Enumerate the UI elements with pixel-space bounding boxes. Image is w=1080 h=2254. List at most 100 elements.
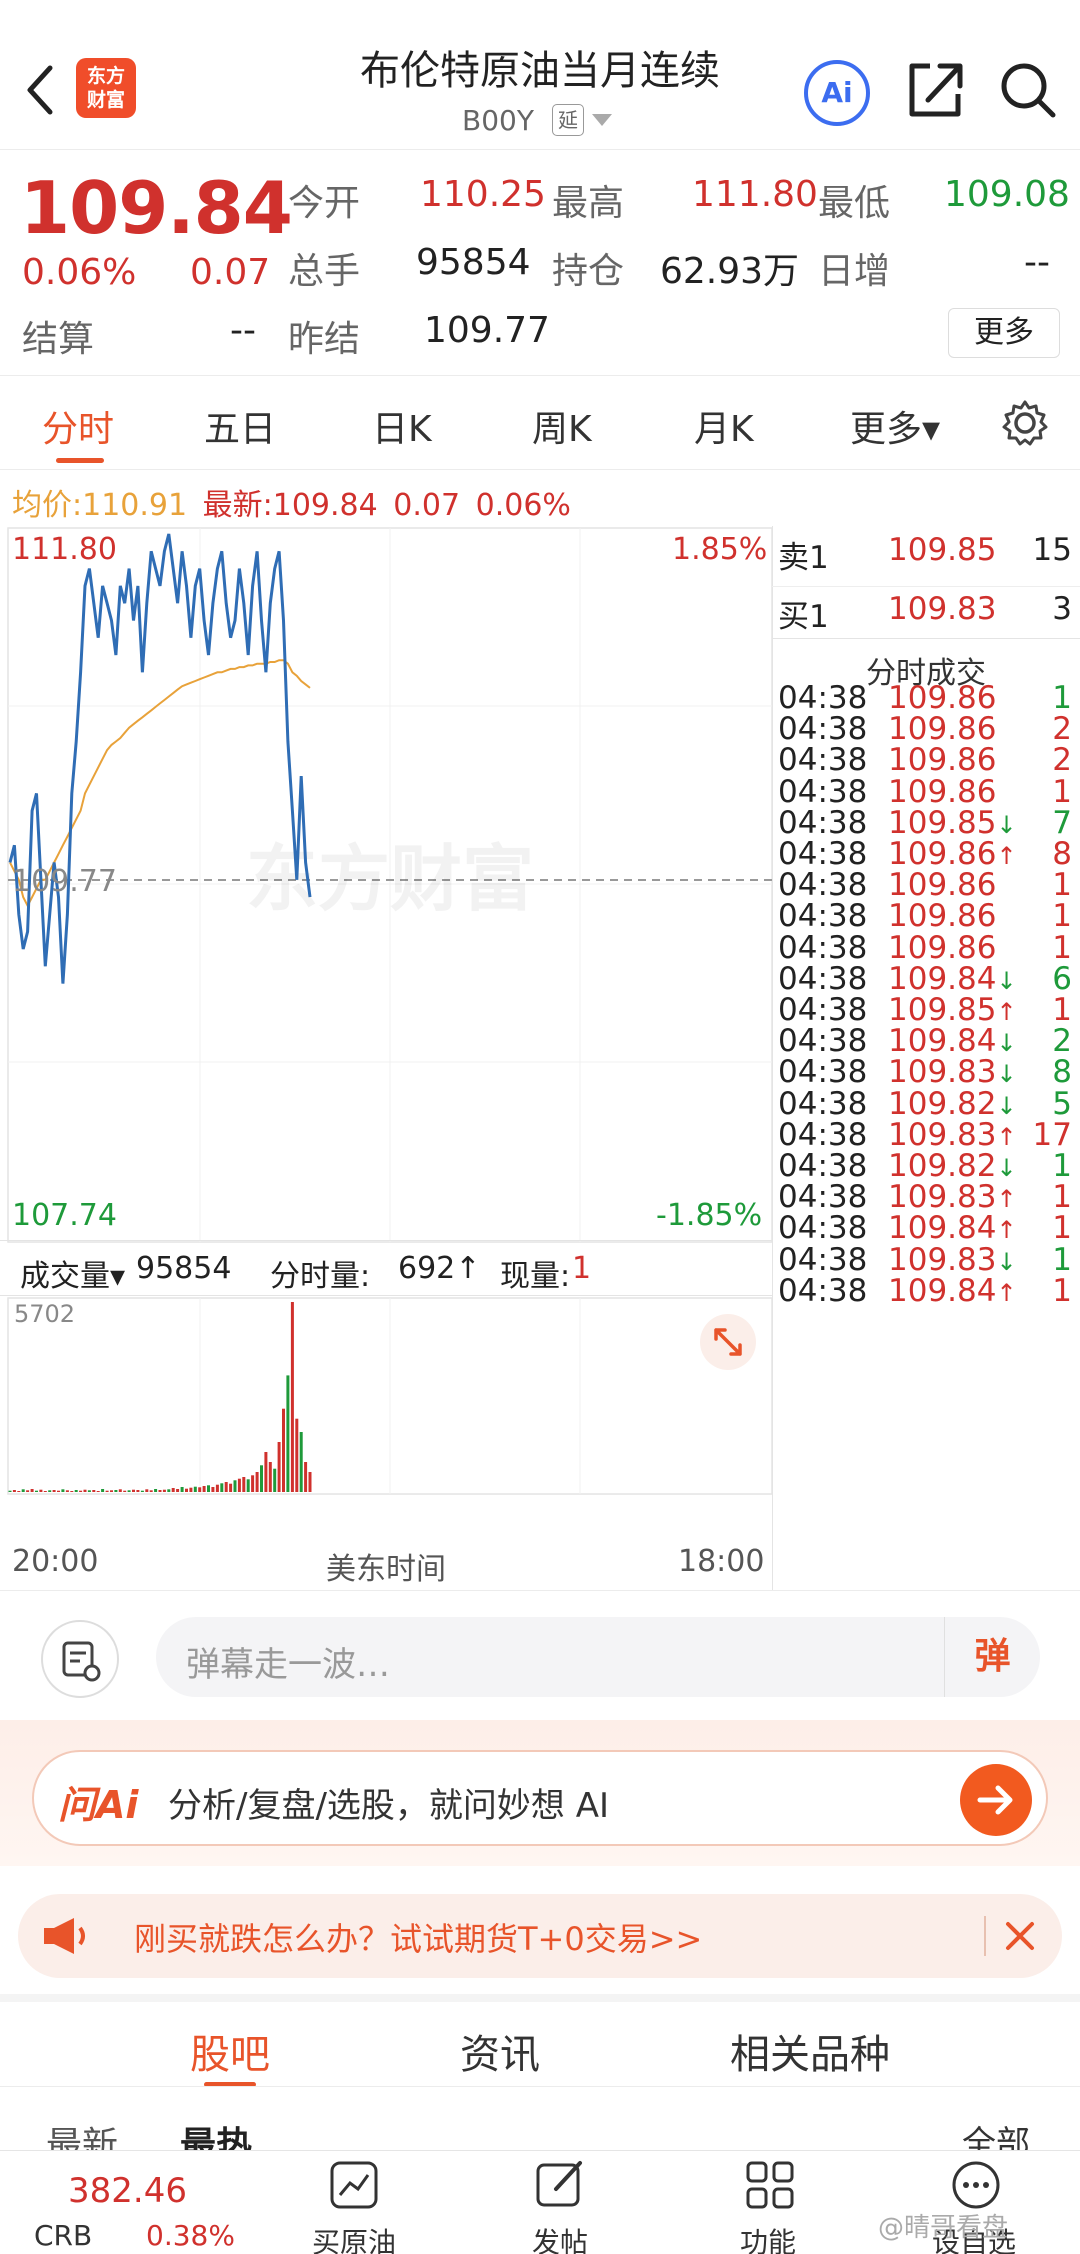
tab-intraday[interactable]: 分时 [42,400,114,452]
settings-icon[interactable] [1000,398,1050,448]
megaphone-icon [44,1918,85,1954]
buy-oil-label[interactable]: 买原油 [294,2221,414,2254]
arrow-right-icon[interactable] [958,1762,1034,1838]
header: 东方 财富 布伦特原油当月连续 B00Y 延 Ai [0,0,1080,150]
ask-ai-bar[interactable]: 问Ai 分析/复盘/选股，就问妙想 AI [32,1750,1048,1846]
tab-more[interactable]: 更多▾ [850,400,940,452]
volume-bar [96,1491,100,1492]
volume-bar [277,1442,281,1492]
share-icon[interactable] [906,60,964,120]
tab-monthly-k[interactable]: 月K [694,400,754,452]
more-dots-icon[interactable] [950,2159,1002,2211]
volume-bar [79,1490,83,1492]
active-tab-indicator [56,458,104,463]
post-label[interactable]: 发帖 [500,2221,620,2254]
volume-bar [308,1472,312,1492]
oi-label: 持仓 [552,251,625,292]
volume-bar [304,1462,308,1492]
avg-value: 110.91 [82,488,188,523]
danmu-settings-icon[interactable] [40,1619,120,1699]
volume-bar [299,1432,303,1492]
volume-bar [39,1489,43,1492]
low-value: 109.08 [944,174,1070,215]
dropdown-icon[interactable] [592,114,612,128]
volume-bar [202,1486,206,1492]
volume-bar [251,1475,255,1492]
volume-bar [48,1490,52,1492]
crb-label: CRB [34,2219,93,2252]
buy-chart-icon[interactable] [328,2159,380,2211]
tab-forum[interactable]: 股吧 [190,2022,270,2080]
volume-bar [193,1486,197,1492]
tick-direction: ↓ [996,810,1017,839]
volume-bar [17,1491,21,1492]
delay-tag: 延 [552,104,584,136]
volume-bar [140,1490,144,1492]
latest-pct: 0.06% [475,488,571,523]
tab-five-day[interactable]: 五日 [204,400,276,452]
tab-daily-k[interactable]: 日K [372,400,432,452]
sell1-row: 卖1 109.85 15 [772,532,1080,576]
time-start: 20:00 [12,1544,99,1579]
tick-direction: ↓ [996,1060,1017,1089]
volume-bar [176,1489,180,1492]
tab-news[interactable]: 资讯 [460,2022,540,2080]
tab-related[interactable]: 相关品种 [730,2022,890,2080]
volume-total: 95854 [136,1251,232,1286]
volume-header: 成交量▾ 95854 分时量: 692↑ 现量: 1 [0,1240,772,1296]
tab-weekly-k[interactable]: 周K [532,400,592,452]
volume-bar [171,1488,175,1492]
crb-value[interactable]: 382.46 [68,2171,187,2211]
time-zone-label: 美东时间 [326,1552,446,1587]
last-price: 109.84 [20,166,293,250]
volume-bar [149,1490,153,1492]
tick-direction: ↓ [996,1091,1017,1120]
promo-banner[interactable]: 刚买就跌怎么办？试试期货T+0交易>> [18,1894,1062,1978]
danmu-send-button[interactable]: 弹 [944,1617,1040,1697]
volume-bar [57,1490,60,1492]
sell1-price: 109.85 [888,532,997,568]
volume-bar [35,1490,38,1492]
volume-bar [185,1488,188,1492]
grid-icon[interactable] [744,2159,796,2211]
volume-bar [136,1490,140,1492]
tick-row: 04:38 109.84↑ 1 [772,1273,1080,1317]
intraday-chart[interactable]: 东方财富 [0,520,772,1590]
volume-bar [167,1489,171,1492]
volume-bar [233,1480,237,1492]
high-value: 111.80 [692,174,818,215]
volume-bar [273,1468,277,1492]
sell1-label: 卖1 [778,540,829,576]
tick-direction: ↑ [996,1278,1017,1307]
chart-watermark: 东方财富 [246,837,534,921]
more-button[interactable]: 更多 [948,308,1060,358]
daily-inc-label: 日增 [818,251,891,292]
volume-bar [242,1477,246,1492]
tick-direction: ↓ [996,1247,1017,1276]
change-pct: 0.06% [22,252,137,293]
volume-bar [127,1490,131,1492]
open-label: 今开 [288,183,361,224]
close-icon[interactable] [1002,1918,1038,1954]
tick-direction: ↓ [996,1029,1017,1058]
volume-bar [260,1465,263,1492]
volume-bar [74,1490,78,1492]
edit-icon[interactable] [534,2157,586,2211]
search-icon[interactable] [998,60,1058,120]
volume-bar [295,1418,299,1492]
volume-bar [207,1485,210,1492]
expand-icon[interactable] [698,1312,758,1372]
function-label[interactable]: 功能 [708,2221,828,2254]
instrument-code: B00Y [462,104,534,137]
settle-label: 结算 [22,319,95,360]
danmu-input[interactable]: 弹幕走一波… 弹 [156,1617,1040,1697]
settle-value: -- [230,310,256,351]
volume-bar [286,1375,290,1492]
ai-button[interactable]: Ai [804,60,870,126]
current-volume-value: 1 [572,1251,592,1286]
avg-price-line: 均价:110.91 最新:109.84 0.07 0.06% [12,480,571,524]
volume-bar [154,1489,158,1492]
minute-volume-label: 分时量: [270,1259,371,1294]
volume-bar [110,1490,113,1492]
volume-indicator-select[interactable]: 成交量▾ [20,1251,125,1295]
